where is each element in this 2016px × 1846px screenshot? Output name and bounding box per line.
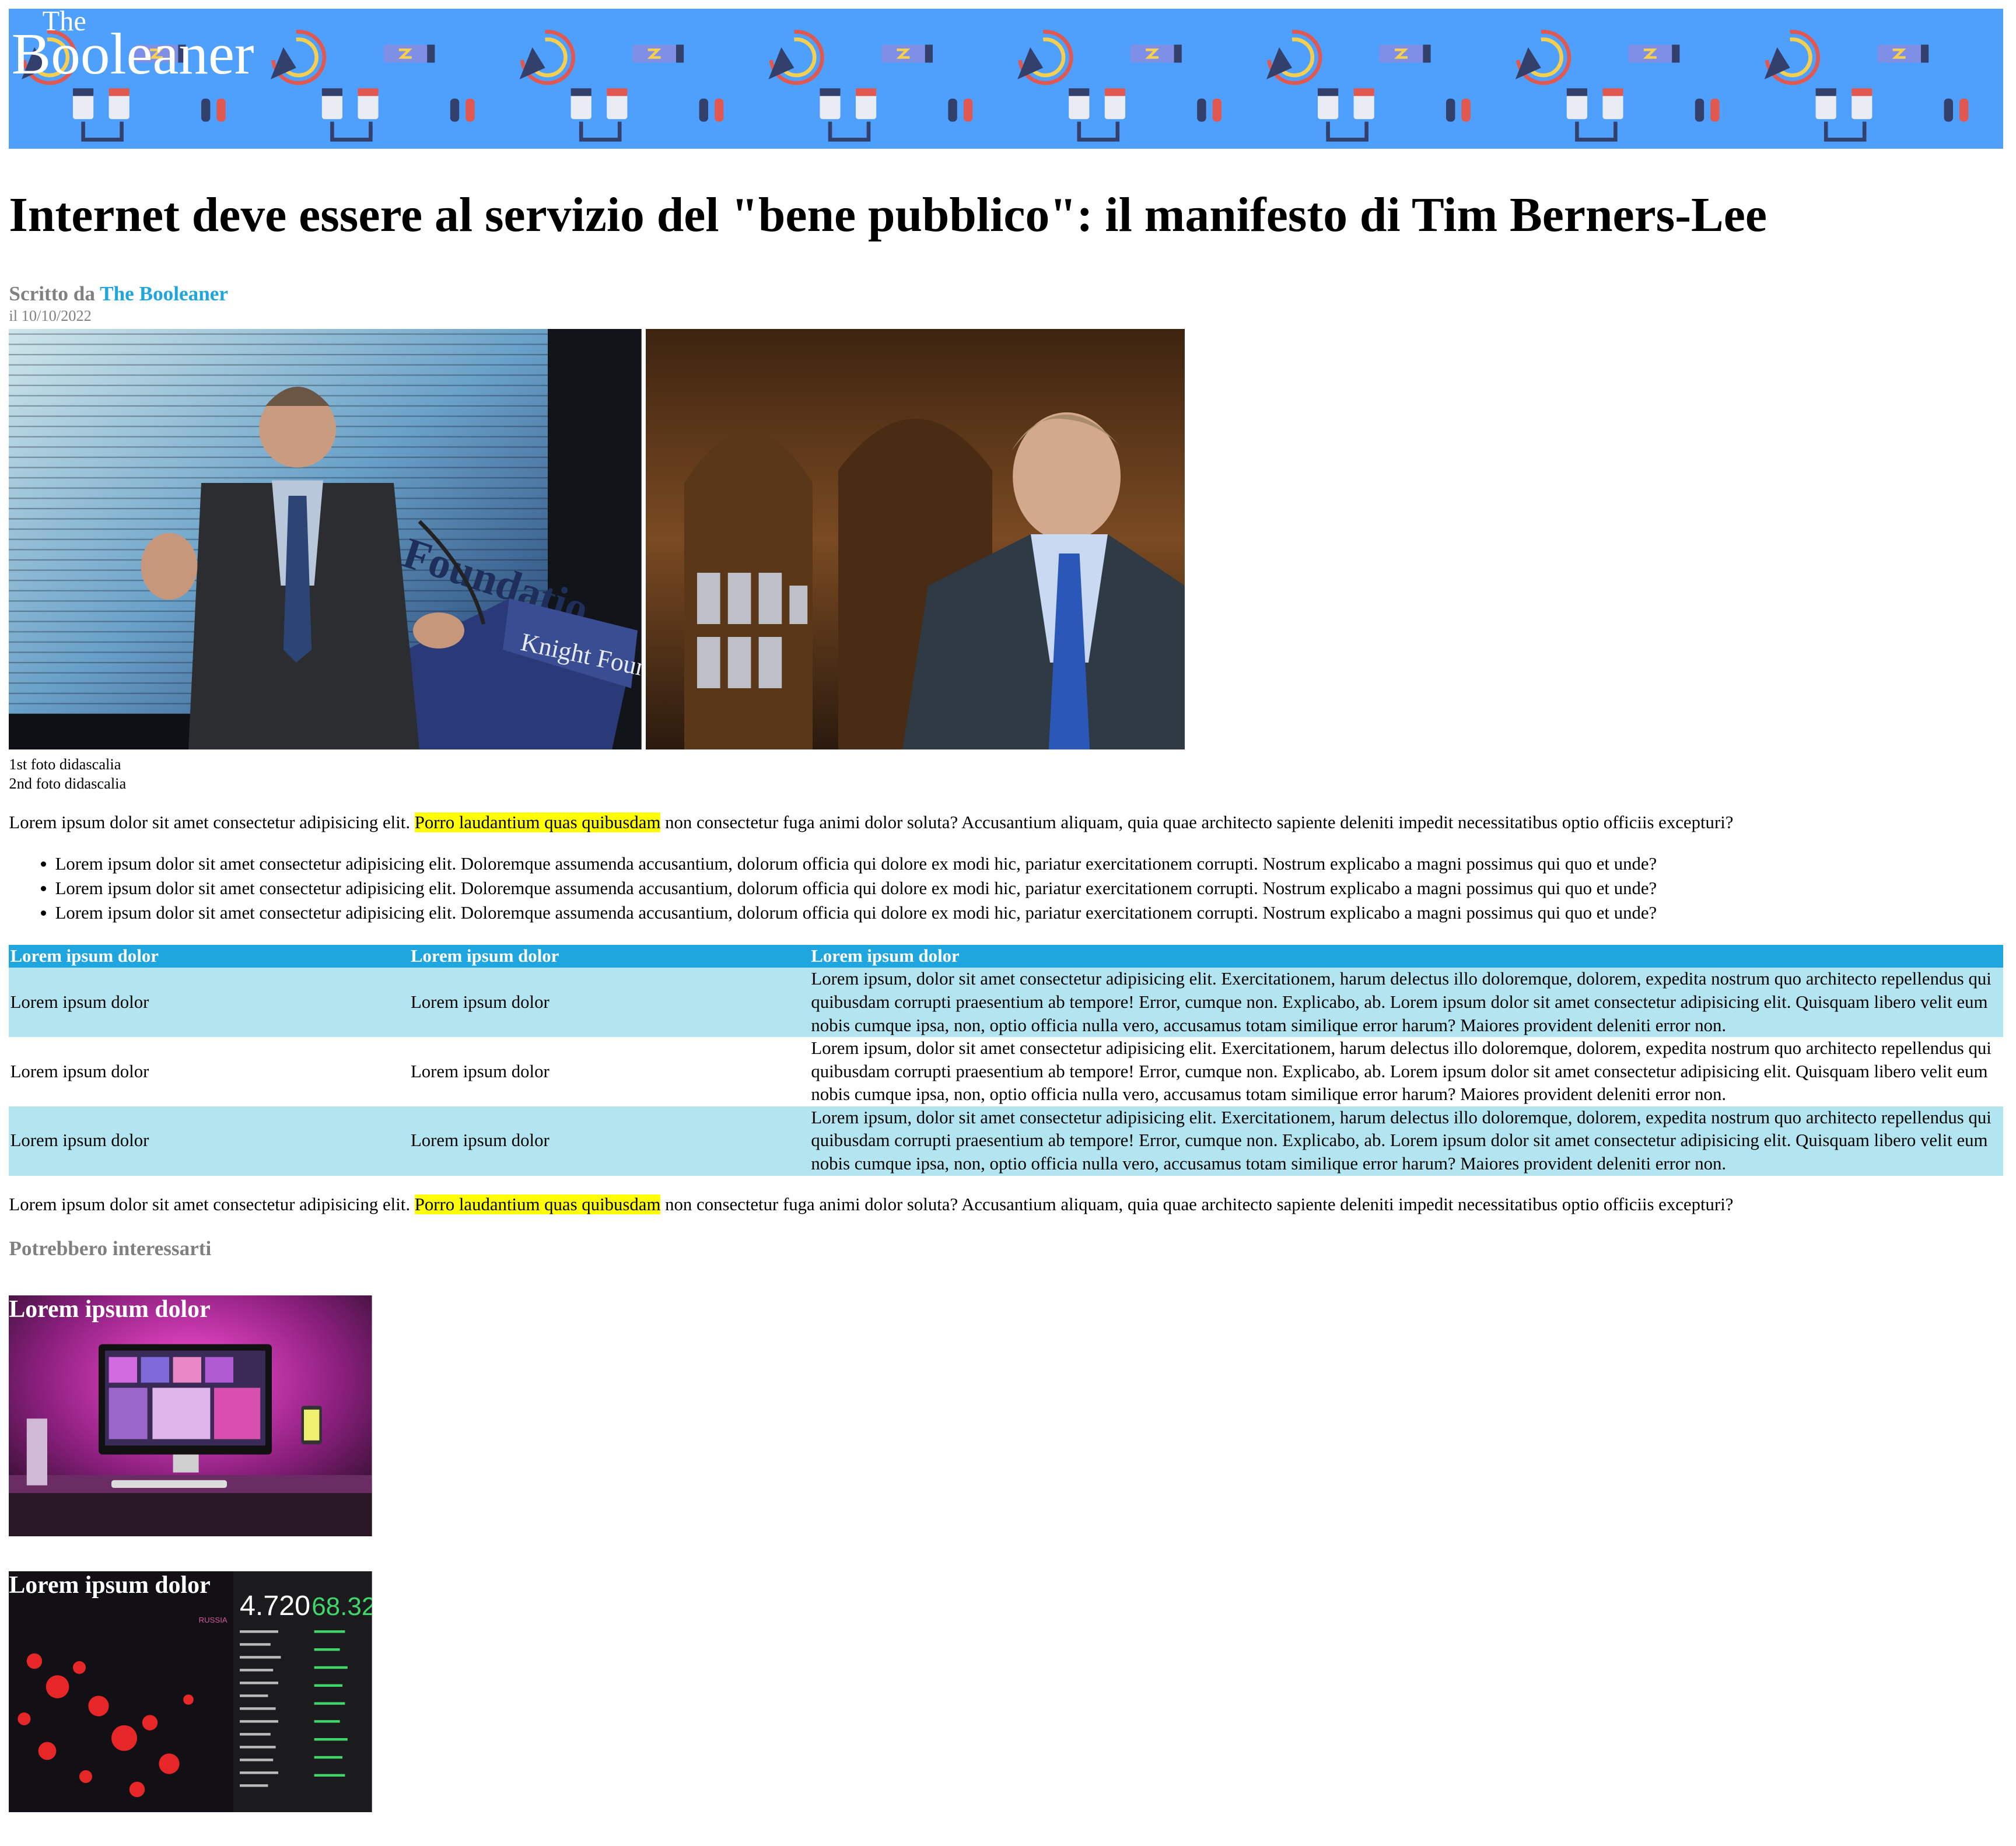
table-cell: Lorem ipsum dolor <box>410 1061 550 1081</box>
table-row: Lorem ipsum dolor Lorem ipsum dolor Lore… <box>9 1037 2003 1106</box>
related-heading: Potrebbero interessarti <box>9 1237 212 1260</box>
table-cell: Lorem ipsum, dolor sit amet consectetur … <box>810 1106 2004 1176</box>
byline-prefix: Scritto da <box>9 282 95 305</box>
related-card-image <box>9 1295 372 1537</box>
svg-text:4.720: 4.720 <box>240 1589 310 1621</box>
caption-1: 1st foto didascalia <box>9 755 121 773</box>
logo-large-text: Booleaner <box>11 20 254 86</box>
banner-pattern <box>9 9 2003 149</box>
table-row: Lorem ipsum dolor Lorem ipsum dolor Lore… <box>9 1106 2004 1176</box>
paragraph-intro: Lorem ipsum dolor sit amet consectetur a… <box>9 811 2003 835</box>
table-cell: Lorem ipsum dolor <box>409 1106 810 1176</box>
photo-speaker-podium: Knight Foundatio Knight Foundation <box>9 328 642 750</box>
paragraph-text-after: non consectetur fuga animi dolor soluta?… <box>660 1195 1734 1215</box>
header-banner: The Booleaner <box>9 9 2004 149</box>
table-header-cell: Lorem ipsum dolor <box>409 944 810 968</box>
related-card-title[interactable]: Lorem ipsum dolor <box>9 1295 210 1323</box>
byline: Scritto da The Booleaner <box>9 282 2003 306</box>
svg-text:68.324: 68.324 <box>312 1592 372 1620</box>
highlighted-text: Porro laudantium quas quibusdam <box>414 812 661 832</box>
photo-portrait <box>645 328 1185 750</box>
publish-date: il 10/10/2022 <box>9 307 92 325</box>
portrait-photo-image <box>645 328 1185 750</box>
table-header-row: Lorem ipsum dolor Lorem ipsum dolor Lore… <box>9 944 2004 968</box>
list-item: Lorem ipsum dolor sit amet consectetur a… <box>55 852 2004 877</box>
list-item: Lorem ipsum dolor sit amet consectetur a… <box>55 877 2004 901</box>
svg-text:RUSSIA: RUSSIA <box>199 1616 228 1624</box>
paragraph-text-before: Lorem ipsum dolor sit amet consectetur a… <box>9 812 415 832</box>
table-row: Lorem ipsum dolor Lorem ipsum dolor Lore… <box>9 968 2004 1038</box>
table-cell: Lorem ipsum dolor <box>9 1106 410 1176</box>
speaker-photo-image: Knight Foundatio Knight Foundation <box>9 328 642 750</box>
table-cell: Lorem ipsum dolor <box>9 968 410 1038</box>
related-card-title[interactable]: Lorem ipsum dolor <box>9 1571 210 1599</box>
table-header-cell: Lorem ipsum dolor <box>810 944 2004 968</box>
bullet-list: Lorem ipsum dolor sit amet consectetur a… <box>9 852 2003 925</box>
table-cell: Lorem ipsum, dolor sit amet consectetur … <box>811 1038 1992 1105</box>
photo-captions: 1st foto didascalia 2nd foto didascalia <box>9 755 2003 793</box>
article-title: Internet deve essere al servizio del "be… <box>9 188 1768 243</box>
table-cell: Lorem ipsum dolor <box>10 1061 149 1081</box>
author-link[interactable]: The Booleaner <box>100 282 228 305</box>
paragraph-text-before: Lorem ipsum dolor sit amet consectetur a… <box>9 1195 415 1215</box>
related-card[interactable]: Lorem ipsum dolor <box>9 1295 372 1537</box>
list-item: Lorem ipsum dolor sit amet consectetur a… <box>55 901 2004 926</box>
photo-gallery: Knight Foundatio Knight Foundation <box>9 328 2003 750</box>
related-card[interactable]: Lorem ipsum dolor RUSSIA 4.720 68.3 <box>9 1571 372 1813</box>
paragraph-closing: Lorem ipsum dolor sit amet consectetur a… <box>9 1193 2003 1217</box>
table-cell: Lorem ipsum dolor <box>409 968 810 1038</box>
table-cell: Lorem ipsum, dolor sit amet consectetur … <box>810 968 2004 1038</box>
caption-2: 2nd foto didascalia <box>9 775 127 793</box>
paragraph-text-after: non consectetur fuga animi dolor soluta?… <box>660 812 1734 832</box>
highlighted-text: Porro laudantium quas quibusdam <box>414 1195 661 1215</box>
table-header-cell: Lorem ipsum dolor <box>9 944 410 968</box>
related-card-image: RUSSIA 4.720 68.324 <box>9 1571 372 1813</box>
data-table: Lorem ipsum dolor Lorem ipsum dolor Lore… <box>9 944 2004 1176</box>
